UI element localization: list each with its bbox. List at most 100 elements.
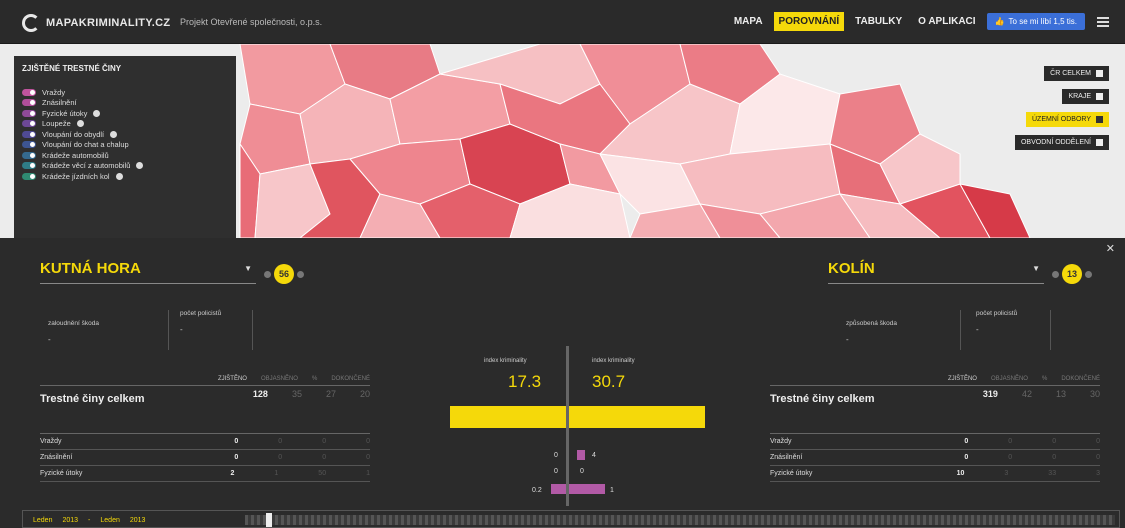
legend-item-fyzicke-utoky[interactable]: Fyzické útoky xyxy=(22,108,228,119)
right-district-name: KOLÍN xyxy=(828,260,875,277)
row-label: Vraždy xyxy=(40,438,62,445)
toggle-icon[interactable] xyxy=(22,99,36,107)
toggle-icon[interactable] xyxy=(22,88,36,96)
help-icon[interactable] xyxy=(93,109,101,117)
info-label: počet policistů xyxy=(180,310,222,317)
cell: 0 xyxy=(1008,454,1013,461)
info-label: způsobená škoda xyxy=(846,320,897,327)
timeline-handle[interactable] xyxy=(266,513,272,527)
help-icon[interactable] xyxy=(76,120,84,128)
divider xyxy=(168,310,169,350)
nav-tabulky[interactable]: TABULKY xyxy=(850,12,907,31)
left-rank-stepper[interactable]: 56 xyxy=(264,264,304,284)
total-row: Trestné činy celkem 128 35 27 20 xyxy=(40,386,370,434)
to-month: Leden xyxy=(100,516,120,524)
crime-legend: ZJIŠTĚNÉ TRESTNÉ ČINY Vraždy Znásilnění … xyxy=(14,56,236,238)
thumbs-up-icon: 👍 xyxy=(994,17,1005,26)
next-icon[interactable] xyxy=(1085,270,1092,278)
col-dokoncene: DOKONČENÉ xyxy=(331,376,370,382)
menu-icon[interactable] xyxy=(1097,16,1109,27)
logo-icon xyxy=(22,14,40,32)
legend-item-kradeze-automobilu[interactable]: Krádeže automobilů xyxy=(22,150,228,161)
chevron-down-icon: ▼ xyxy=(1032,264,1040,273)
help-icon[interactable] xyxy=(110,130,118,138)
toggle-icon[interactable] xyxy=(22,151,36,159)
checkbox-icon xyxy=(1096,70,1103,77)
cell: 0 xyxy=(1096,438,1100,445)
from-year: 2013 xyxy=(62,516,79,524)
project-credit: Projekt Otevřené společnosti, o.p.s. xyxy=(180,17,323,27)
col-zjisteno: ZJIŠTĚNO xyxy=(947,376,977,382)
legend-item-vrazdy[interactable]: Vraždy xyxy=(22,87,228,98)
toggle-icon[interactable] xyxy=(22,162,36,170)
row-label: Znásilnění xyxy=(770,454,803,461)
nav-o-aplikaci[interactable]: O APLIKACI xyxy=(913,12,980,31)
right-crime-table: ZJIŠTĚNO OBJASNĚNO % DOKONČENÉ Trestné č… xyxy=(770,376,1100,482)
legend-item-loupeze[interactable]: Loupeže xyxy=(22,119,228,130)
mini-bar-label: 4 xyxy=(592,452,596,459)
legend-item-label: Krádeže automobilů xyxy=(42,150,109,160)
mini-bar-label: 0.2 xyxy=(532,487,542,494)
cell: 0 xyxy=(278,454,283,461)
cell: 0 xyxy=(366,454,370,461)
table-row: Znásilnění 0 0 0 0 xyxy=(40,450,370,466)
level-obvodni-oddeleni-button[interactable]: OBVODNÍ ODDĚLENÍ xyxy=(1014,135,1109,150)
left-info-damage: zaloudnění škoda - xyxy=(48,320,99,344)
table-row: Fyzické útoky 2 1 50 1 xyxy=(40,466,370,482)
table-row: Vraždy 0 0 0 0 xyxy=(40,434,370,450)
prev-icon[interactable] xyxy=(1052,270,1059,278)
right-rank-stepper[interactable]: 13 xyxy=(1052,264,1092,284)
legend-item-label: Vraždy xyxy=(42,87,66,97)
checkbox-icon xyxy=(1096,93,1103,100)
cell: 3 xyxy=(1096,470,1100,477)
legend-item-label: Krádeže jízdních kol xyxy=(42,171,110,181)
total-value: 128 xyxy=(252,389,268,399)
col-objasneno: OBJASNĚNO xyxy=(260,376,298,382)
toggle-icon[interactable] xyxy=(22,141,36,149)
total-label: Trestné činy celkem xyxy=(770,393,875,405)
legend-item-kradeze-kol[interactable]: Krádeže jízdních kol xyxy=(22,171,228,182)
nav-porovnani[interactable]: POROVNÁNÍ xyxy=(773,12,845,31)
help-icon[interactable] xyxy=(136,162,144,170)
legend-title: ZJIŠTĚNÉ TRESTNÉ ČINY xyxy=(22,64,122,73)
info-label: zaloudnění škoda xyxy=(48,320,99,327)
level-kraje-button[interactable]: KRAJE xyxy=(1062,89,1109,104)
left-district-select[interactable]: KUTNÁ HORA ▼ xyxy=(40,260,256,284)
row-label: Znásilnění xyxy=(40,454,73,461)
logo[interactable]: MAPAKRIMINALITY.CZ xyxy=(22,14,170,32)
legend-item-kradeze-veci[interactable]: Krádeže věcí z automobilů xyxy=(22,161,228,172)
col-objasneno: OBJASNĚNO xyxy=(990,376,1028,382)
left-index-label: index kriminality xyxy=(484,358,527,364)
help-icon[interactable] xyxy=(115,172,123,180)
row-label: Fyzické útoky xyxy=(40,470,83,477)
toggle-icon[interactable] xyxy=(22,120,36,128)
toggle-icon[interactable] xyxy=(22,130,36,138)
col-dokoncene: DOKONČENÉ xyxy=(1061,376,1100,382)
timeline-track[interactable] xyxy=(245,515,1115,525)
level-uzemni-odbory-button[interactable]: ÚZEMNÍ ODBORY xyxy=(1026,112,1109,127)
date-range-label[interactable]: Leden 2013 - Leden 2013 xyxy=(23,511,238,528)
like-label: To se mi líbí 1,5 tis. xyxy=(1008,17,1077,26)
legend-item-vloupani-obydli[interactable]: Vloupání do obydlí xyxy=(22,129,228,140)
table-row: Znásilnění 0 0 0 0 xyxy=(770,450,1100,466)
cell: 3 xyxy=(1004,470,1009,477)
choropleth-map[interactable]: ZJIŠTĚNÉ TRESTNÉ ČINY Vraždy Znásilnění … xyxy=(0,44,1125,238)
info-value: - xyxy=(48,335,51,344)
toggle-icon[interactable] xyxy=(22,172,36,180)
button-label: KRAJE xyxy=(1068,93,1091,100)
date-range-timeline[interactable]: Leden 2013 - Leden 2013 xyxy=(22,510,1120,528)
legend-item-vloupani-chaty[interactable]: Vloupání do chat a chalup xyxy=(22,140,228,151)
cell: 0 xyxy=(964,454,969,461)
close-icon[interactable]: ✕ xyxy=(1106,242,1115,255)
cell: 0 xyxy=(234,438,239,445)
nav-mapa[interactable]: MAPA xyxy=(729,12,768,31)
facebook-like-button[interactable]: 👍 To se mi líbí 1,5 tis. xyxy=(986,13,1085,30)
toggle-icon[interactable] xyxy=(22,109,36,117)
prev-icon[interactable] xyxy=(264,270,271,278)
level-cr-celkem-button[interactable]: ČR CELKEM xyxy=(1044,66,1109,81)
next-icon[interactable] xyxy=(297,270,304,278)
right-district-select[interactable]: KOLÍN ▼ xyxy=(828,260,1044,284)
divider xyxy=(1050,310,1051,350)
legend-item-znasilneni[interactable]: Znásilnění xyxy=(22,98,228,109)
info-value: - xyxy=(846,335,849,344)
